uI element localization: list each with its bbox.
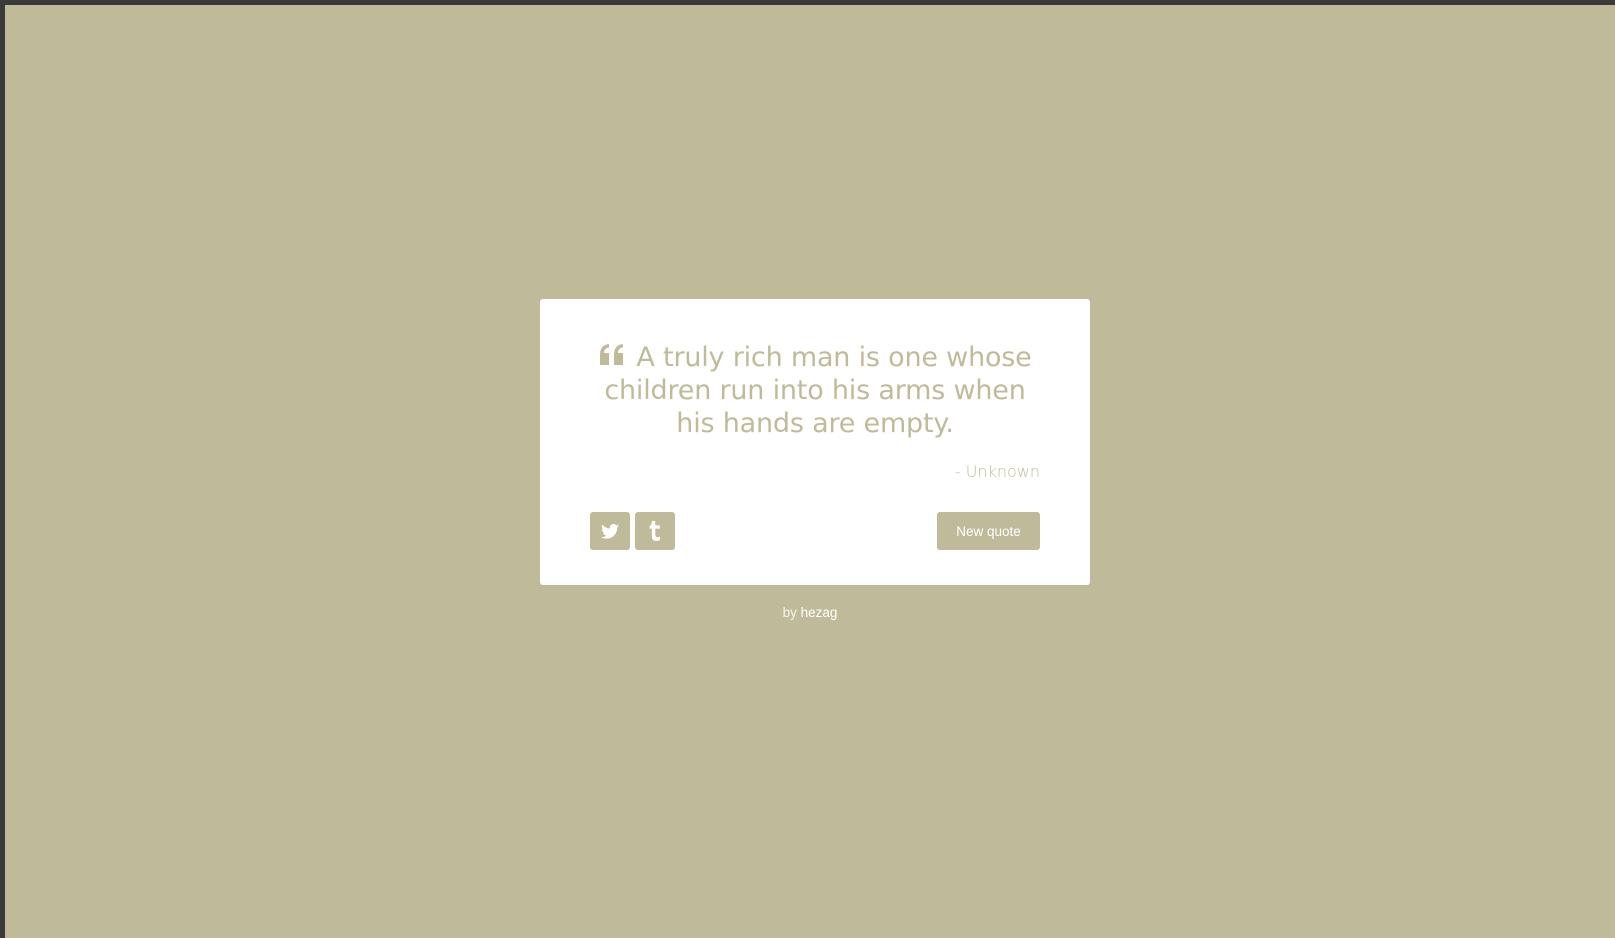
new-quote-button[interactable]: New quote <box>937 512 1040 550</box>
tumblr-button[interactable] <box>635 512 675 550</box>
tweet-button[interactable] <box>590 512 630 550</box>
page-background: A truly rich man is one whose children r… <box>5 5 1615 938</box>
footer-credit: by hezag <box>5 605 1615 620</box>
quote-card: A truly rich man is one whose children r… <box>540 299 1090 585</box>
quote-author: - Unknown <box>954 462 1040 481</box>
quote-text: A truly rich man is one whose children r… <box>604 342 1032 439</box>
tumblr-icon <box>648 521 662 541</box>
quote-text-block: A truly rich man is one whose children r… <box>595 341 1035 440</box>
twitter-icon <box>601 523 619 539</box>
footer-by-text: by <box>782 605 797 620</box>
quote-left-icon <box>598 343 626 367</box>
share-buttons <box>590 512 675 550</box>
author-link[interactable]: hezag <box>801 605 838 620</box>
